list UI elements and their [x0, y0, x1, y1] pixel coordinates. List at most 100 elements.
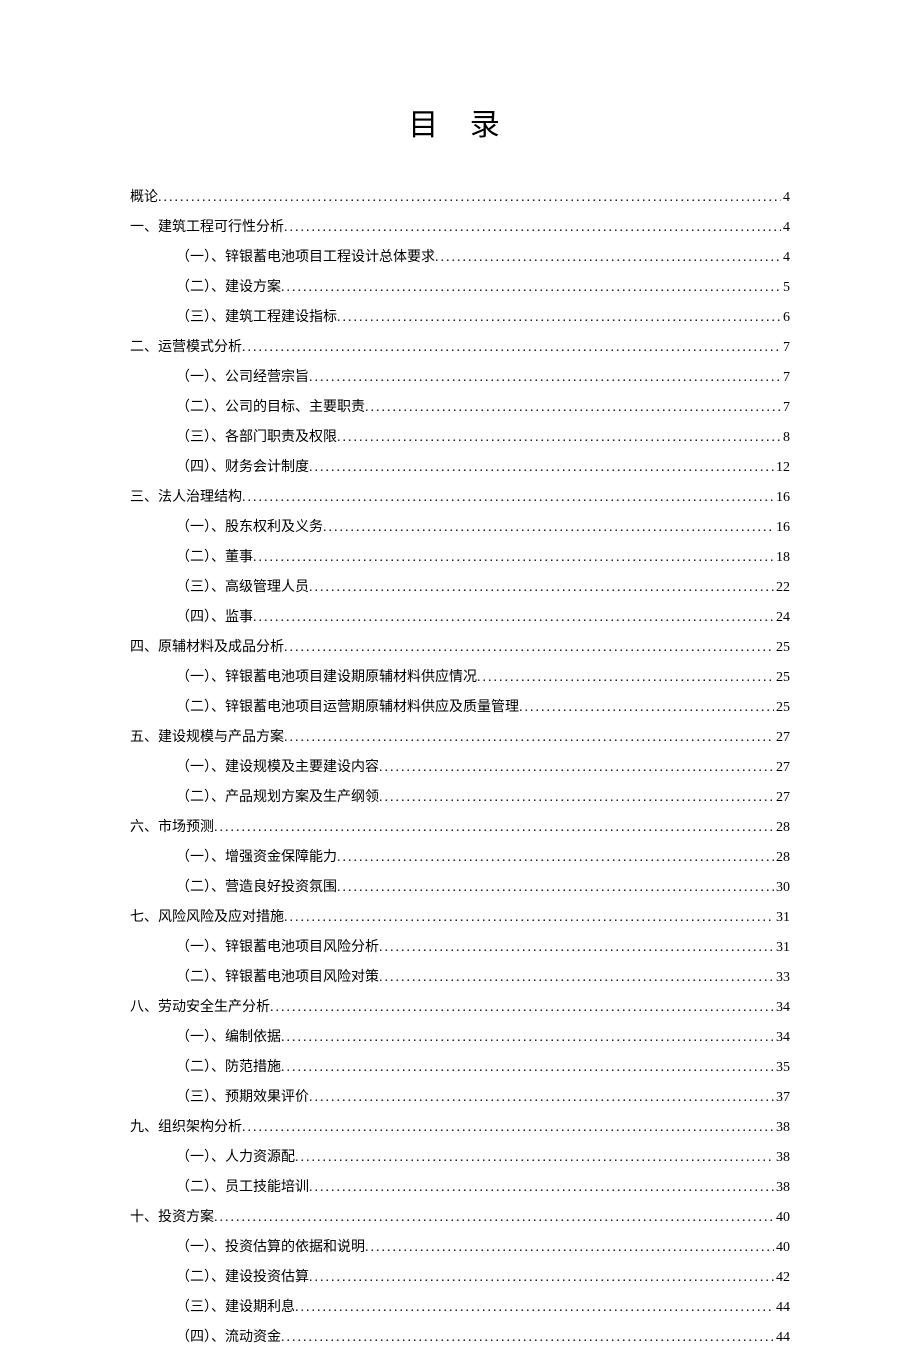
toc-entry-label: （二）、建设投资估算 — [176, 1264, 309, 1292]
toc-entry-label: （一）、锌银蓄电池项目工程设计总体要求 — [176, 244, 435, 272]
toc-entry-page: 27 — [774, 724, 790, 752]
toc-row: （三）、建筑工程建设指标6 — [176, 304, 790, 332]
toc-leader-dots — [214, 1204, 774, 1232]
toc-entry-page: 4 — [781, 214, 790, 242]
toc-entry-page: 30 — [774, 874, 790, 902]
toc-leader-dots — [284, 724, 774, 752]
toc-entry-label: （一）、锌银蓄电池项目风险分析 — [176, 934, 379, 962]
toc-row: 二、运营模式分析 7 — [130, 334, 790, 362]
toc-leader-dots — [519, 694, 774, 722]
toc-leader-dots — [477, 664, 774, 692]
toc-entry-label: 六、市场预测 — [130, 814, 214, 842]
toc-entry-label: （四）、流动资金 — [176, 1324, 281, 1352]
toc-leader-dots — [281, 1324, 774, 1352]
toc-leader-dots — [337, 304, 781, 332]
toc-leader-dots — [281, 274, 781, 302]
toc-entry-page: 35 — [774, 1054, 790, 1082]
toc-entry-label: （二）、产品规划方案及生产纲领 — [176, 784, 379, 812]
toc-row: （二）、公司的目标、主要职责7 — [176, 394, 790, 422]
toc-entry-page: 38 — [774, 1144, 790, 1172]
toc-leader-dots — [337, 844, 774, 872]
toc-entry-label: （一）、投资估算的依据和说明 — [176, 1234, 365, 1262]
toc-row: （一）、锌银蓄电池项目工程设计总体要求 4 — [176, 244, 790, 272]
toc-leader-dots — [309, 1264, 774, 1292]
toc-row: （四）、流动资金44 — [176, 1324, 790, 1352]
toc-leader-dots — [309, 454, 774, 482]
toc-leader-dots — [284, 634, 774, 662]
toc-entry-page: 8 — [781, 424, 790, 452]
toc-entry-page: 25 — [774, 634, 790, 662]
toc-row: 一、建筑工程可行性分析4 — [130, 214, 790, 242]
toc-leader-dots — [242, 334, 781, 362]
toc-leader-dots — [337, 424, 781, 452]
toc-entry-label: （一）、公司经营宗旨 — [176, 364, 309, 392]
toc-entry-page: 25 — [774, 694, 790, 722]
toc-leader-dots — [379, 934, 774, 962]
toc-row: （四）、监事24 — [176, 604, 790, 632]
toc-entry-page: 6 — [781, 304, 790, 332]
toc-row: （三）、高级管理人员22 — [176, 574, 790, 602]
toc-row: （二）、防范措施35 — [176, 1054, 790, 1082]
toc-row: 十、投资方案 40 — [130, 1204, 790, 1232]
toc-entry-page: 42 — [774, 1264, 790, 1292]
toc-leader-dots — [253, 604, 774, 632]
toc-entry-page: 7 — [781, 334, 790, 362]
toc-entry-label: 八、劳动安全生产分析 — [130, 994, 270, 1022]
toc-leader-dots — [242, 1114, 774, 1142]
toc-entry-page: 4 — [781, 244, 790, 272]
toc-leader-dots — [253, 544, 774, 572]
toc-row: （二）、锌银蓄电池项目运营期原辅材料供应及质量管理25 — [176, 694, 790, 722]
toc-entry-page: 25 — [774, 664, 790, 692]
toc-leader-dots — [295, 1294, 774, 1322]
toc-leader-dots — [309, 574, 774, 602]
toc-entry-page: 40 — [774, 1204, 790, 1232]
toc-row: （一）、增强资金保障能力28 — [176, 844, 790, 872]
toc-row: （一）、人力资源配 38 — [176, 1144, 790, 1172]
toc-entry-label: （四）、监事 — [176, 604, 253, 632]
toc-row: （三）、各部门职责及权限 8 — [176, 424, 790, 452]
toc-row: （一）、投资估算的依据和说明40 — [176, 1234, 790, 1262]
toc-leader-dots — [379, 964, 774, 992]
toc-row: （一）、编制依据34 — [176, 1024, 790, 1052]
toc-entry-page: 38 — [774, 1114, 790, 1142]
toc-entry-label: （二）、锌银蓄电池项目风险对策 — [176, 964, 379, 992]
toc-leader-dots — [281, 1024, 774, 1052]
toc-entry-page: 38 — [774, 1174, 790, 1202]
toc-entry-label: 二、运营模式分析 — [130, 334, 242, 362]
toc-entry-label: （二）、营造良好投资氛围 — [176, 874, 337, 902]
toc-entry-label: （二）、建设方案 — [176, 274, 281, 302]
toc-row: （一）、锌银蓄电池项目风险分析 31 — [176, 934, 790, 962]
toc-entry-label: 三、法人治理结构 — [130, 484, 242, 512]
toc-leader-dots — [284, 214, 781, 242]
toc-entry-label: （一）、锌银蓄电池项目建设期原辅材料供应情况 — [176, 664, 477, 692]
toc-leader-dots — [379, 784, 774, 812]
toc-leader-dots — [270, 994, 774, 1022]
toc-row: 三、法人治理结构 16 — [130, 484, 790, 512]
toc-entry-label: （三）、建设期利息 — [176, 1294, 295, 1322]
toc-row: 八、劳动安全生产分析34 — [130, 994, 790, 1022]
toc-row: （一）、股东权利及义务16 — [176, 514, 790, 542]
table-of-contents: 概论4一、建筑工程可行性分析4（一）、锌银蓄电池项目工程设计总体要求4（二）、建… — [130, 184, 790, 1352]
toc-leader-dots — [214, 814, 774, 842]
toc-leader-dots — [309, 364, 781, 392]
toc-entry-label: （一）、人力资源配 — [176, 1144, 295, 1172]
toc-leader-dots — [158, 184, 781, 212]
toc-entry-label: （三）、高级管理人员 — [176, 574, 309, 602]
toc-entry-label: 十、投资方案 — [130, 1204, 214, 1232]
toc-entry-page: 16 — [774, 514, 790, 542]
toc-entry-page: 27 — [774, 754, 790, 782]
toc-leader-dots — [337, 874, 774, 902]
toc-entry-page: 18 — [774, 544, 790, 572]
toc-row: （四）、财务会计制度12 — [176, 454, 790, 482]
toc-entry-page: 31 — [774, 934, 790, 962]
toc-leader-dots — [281, 1054, 774, 1082]
toc-entry-label: （三）、各部门职责及权限 — [176, 424, 337, 452]
toc-leader-dots — [323, 514, 774, 542]
toc-row: （二）、建设方案5 — [176, 274, 790, 302]
toc-row: （三）、预期效果评价37 — [176, 1084, 790, 1112]
toc-entry-label: 九、组织架构分析 — [130, 1114, 242, 1142]
toc-entry-page: 37 — [774, 1084, 790, 1112]
toc-row: （二）、产品规划方案及生产纲领27 — [176, 784, 790, 812]
toc-leader-dots — [242, 484, 774, 512]
toc-entry-page: 16 — [774, 484, 790, 512]
